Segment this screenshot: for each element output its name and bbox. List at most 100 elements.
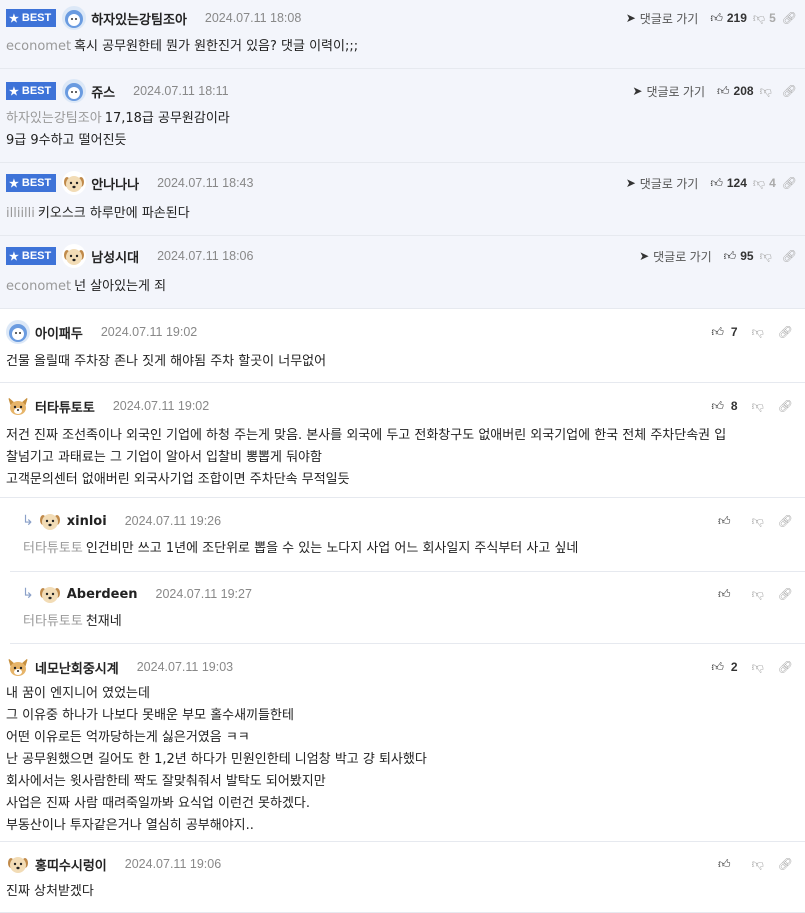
comment-actions: ➤ 댓글로 가기 👍︎ 208 👎︎ 🔗︎ — [632, 79, 797, 103]
copy-link-button[interactable]: 🔗︎ — [778, 857, 793, 871]
nickname[interactable]: 남성시대 — [91, 247, 139, 266]
downvote-button[interactable]: 👎︎ — [752, 857, 764, 872]
comment-body: 저건 진짜 조선족이나 외국인 기업에 하청 주는게 맞음. 본사를 외국에 두… — [6, 425, 726, 491]
avatar[interactable] — [6, 394, 30, 418]
thumbs-down-icon: 👎︎ — [752, 10, 766, 25]
downvote-button[interactable]: 👎︎ — [760, 84, 776, 99]
upvote-count: 8 — [730, 399, 738, 413]
upvote-button[interactable]: 👍︎ 208 — [717, 84, 754, 99]
downvote-button[interactable]: 👎︎ 4 — [753, 176, 776, 191]
avatar[interactable] — [62, 6, 87, 30]
nickname[interactable]: Aberdeen — [67, 587, 138, 602]
nickname[interactable]: 터타튜토토 — [35, 397, 95, 416]
thumbs-up-icon: 👍︎ — [710, 10, 723, 25]
comment-line: 찰넘기고 과태료는 그 기업이 알아서 입찰비 뽕뽑게 둬야함 — [6, 447, 726, 469]
comment-date: 2024.07.11 18:11 — [133, 84, 229, 98]
goto-comment-link[interactable]: ➤ 댓글로 가기 — [626, 10, 699, 27]
comment-date: 2024.07.11 19:02 — [112, 399, 210, 413]
comment-text: 찰넘기고 과태료는 그 기업이 알아서 입찰비 뽕뽑게 둬야함 — [6, 450, 322, 465]
copy-link-button[interactable]: 🔗︎ — [778, 587, 793, 601]
goto-comment-link[interactable]: ➤ 댓글로 가기 — [626, 175, 699, 192]
copy-link-button[interactable]: 🔗︎ — [778, 514, 793, 528]
downvote-button[interactable]: 👎︎ — [752, 587, 764, 602]
comment-text: 9급 9수하고 떨어진듯 — [6, 133, 127, 148]
avatar[interactable] — [6, 655, 30, 679]
comment-header: ★ BEST 하자있는강팀조아 2024.07.11 18:08 — [6, 6, 301, 30]
copy-link-button[interactable]: 🔗︎ — [782, 176, 797, 190]
comment-header: ↳ Aberdeen 2024.07.11 19:27 — [22, 582, 252, 606]
comment-text: 사업은 진짜 사람 때려죽일까봐 요식업 이런건 못하겠다. — [6, 796, 311, 811]
goto-label: 댓글로 가기 — [646, 84, 705, 99]
link-icon: 🔗︎ — [777, 325, 793, 339]
reply-arrow-icon: ↳ — [22, 586, 34, 602]
upvote-button[interactable]: 👍︎ — [718, 587, 738, 602]
comment-body: 건물 올릴때 주차장 존나 짓게 해야됨 주차 할곳이 너무없어 — [6, 351, 326, 373]
mention-link[interactable]: economet — [6, 39, 71, 54]
thumbs-down-icon: 👎︎ — [751, 856, 764, 871]
best-comment: ★ BEST 하자있는강팀조아 2024.07.11 18:08 ➤ 댓글로 가기 👍︎ 21… — [0, 0, 805, 69]
avatar[interactable] — [6, 320, 30, 344]
mention-link[interactable]: 터타튜토토 — [23, 614, 83, 629]
upvote-button[interactable]: 👍︎ 7 — [711, 325, 737, 340]
thumbs-down-icon: 👎︎ — [759, 83, 772, 98]
copy-link-button[interactable]: 🔗︎ — [782, 249, 797, 263]
avatar[interactable] — [62, 171, 87, 195]
thumbs-down-icon: 👎︎ — [751, 513, 764, 528]
goto-comment-link[interactable]: ➤ 댓글로 가기 — [632, 83, 705, 100]
downvote-count: 5 — [769, 11, 776, 25]
best-badge: ★ BEST — [6, 247, 57, 265]
nickname[interactable]: xinloi — [67, 514, 107, 529]
comment: 터타튜토토 2024.07.11 19:02 👍︎ 8 👎︎ 🔗︎ 저건 진짜 조선족이나 … — [0, 384, 805, 498]
upvote-button[interactable]: 👍︎ 8 — [711, 399, 737, 414]
comment-header: ★ BEST 안나나나 2024.07.11 18:43 — [6, 171, 253, 195]
avatar[interactable] — [37, 509, 62, 533]
avatar[interactable] — [62, 244, 87, 268]
downvote-button[interactable]: 👎︎ — [752, 399, 764, 414]
copy-link-button[interactable]: 🔗︎ — [782, 11, 797, 25]
avatar[interactable] — [37, 582, 62, 606]
comment-text: 어떤 이유로든 억까당하는게 싫은거였음 ㅋㅋ — [6, 730, 250, 745]
comment-text: 진짜 상처받겠다 — [6, 884, 94, 899]
upvote-button[interactable]: 👍︎ 219 — [710, 11, 747, 26]
star-icon: ★ — [9, 177, 19, 190]
link-icon: 🔗︎ — [781, 249, 797, 263]
upvote-button[interactable]: 👍︎ — [718, 514, 738, 529]
comment-line: 건물 올릴때 주차장 존나 짓게 해야됨 주차 할곳이 너무없어 — [6, 351, 326, 373]
upvote-button[interactable]: 👍︎ 124 — [710, 176, 747, 191]
nickname[interactable]: 네모난회중시계 — [35, 658, 119, 677]
star-icon: ★ — [9, 12, 19, 25]
comment-body: 내 꿈이 엔지니어 였었는데 그 이유중 하나가 나보다 못배운 부모 홀수새끼들… — [6, 683, 427, 837]
downvote-button[interactable]: 👎︎ — [752, 660, 764, 675]
downvote-button[interactable]: 👎︎ — [752, 514, 764, 529]
upvote-button[interactable]: 👍︎ 2 — [711, 660, 737, 675]
downvote-button[interactable]: 👎︎ 5 — [753, 11, 776, 26]
copy-link-button[interactable]: 🔗︎ — [778, 660, 793, 674]
mention-link[interactable]: economet — [6, 279, 71, 294]
comment-line: economet 넌 살아있는게 죄 — [6, 276, 166, 298]
upvote-count: 208 — [733, 84, 754, 98]
nickname[interactable]: 안나나나 — [91, 174, 139, 193]
avatar[interactable] — [6, 852, 30, 876]
mention-link[interactable]: 하자있는강팀조아 — [6, 111, 102, 126]
downvote-button[interactable]: 👎︎ — [752, 325, 764, 340]
thumbs-up-icon: 👍︎ — [718, 856, 731, 871]
comment-header: 네모난회중시계 2024.07.11 19:03 — [6, 655, 233, 679]
goto-comment-link[interactable]: ➤ 댓글로 가기 — [639, 248, 712, 265]
avatar[interactable] — [62, 79, 87, 103]
nickname[interactable]: 아이패두 — [35, 323, 83, 342]
nickname[interactable]: 쥬스 — [91, 82, 115, 101]
mention-link[interactable]: 터타튜토토 — [23, 541, 83, 556]
upvote-button[interactable]: 👍︎ — [718, 857, 738, 872]
link-icon: 🔗︎ — [777, 399, 793, 413]
copy-link-button[interactable]: 🔗︎ — [778, 325, 793, 339]
arrow-icon: ➤ — [632, 84, 643, 98]
copy-link-button[interactable]: 🔗︎ — [778, 399, 793, 413]
comment-text: 천재네 — [85, 614, 122, 629]
mention-link[interactable]: illiilli — [6, 206, 35, 221]
goto-label: 댓글로 가기 — [653, 249, 712, 264]
nickname[interactable]: 하자있는강팀조아 — [91, 9, 187, 28]
nickname[interactable]: 홍띠수시렁이 — [35, 855, 107, 874]
downvote-button[interactable]: 👎︎ — [760, 249, 776, 264]
upvote-button[interactable]: 👍︎ 95 — [724, 249, 754, 264]
copy-link-button[interactable]: 🔗︎ — [782, 84, 797, 98]
